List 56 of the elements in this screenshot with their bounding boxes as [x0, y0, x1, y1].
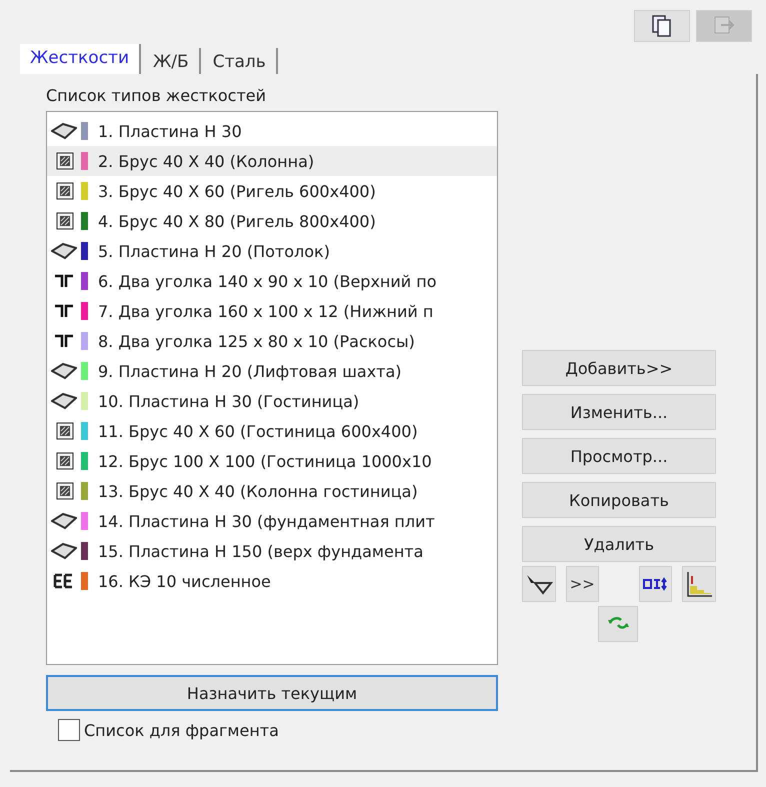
list-item[interactable]: 11. Брус 40 X 60 (Гостиница 600x400) — [47, 416, 497, 446]
list-title: Список типов жесткостей — [46, 86, 268, 105]
list-item[interactable]: 8. Два уголка 125 x 80 x 10 (Раскосы) — [47, 326, 497, 356]
item-label: 15. Пластина H 150 (верх фундамента — [98, 542, 424, 560]
action-button[interactable]: Удалить — [522, 526, 716, 562]
plate-icon — [51, 392, 77, 410]
copy-icon — [651, 14, 673, 38]
action-button[interactable]: Добавить>> — [522, 350, 716, 386]
item-label: 16. КЭ 10 численное — [98, 572, 271, 590]
list-item[interactable]: 3. Брус 40 X 60 (Ригель 600x400) — [47, 176, 497, 206]
plate-icon — [51, 362, 77, 380]
action-button[interactable]: Изменить... — [522, 394, 716, 430]
list-item[interactable]: 10. Пластина H 30 (Гостиница) — [47, 386, 497, 416]
item-label: 2. Брус 40 X 40 (Колонна) — [98, 152, 314, 170]
item-label: 13. Брус 40 X 40 (Колонна гостиница) — [98, 482, 418, 500]
tool-button[interactable] — [522, 566, 556, 602]
tab[interactable]: Жесткости — [20, 44, 141, 74]
item-label: 12. Брус 100 X 100 (Гостиница 1000x10 — [98, 452, 432, 470]
item-label: 1. Пластина H 30 — [98, 122, 242, 140]
list-item[interactable]: 9. Пластина H 20 (Лифтовая шахта) — [47, 356, 497, 386]
action-button[interactable]: Просмотр... — [522, 438, 716, 474]
action-button[interactable]: Копировать — [522, 482, 716, 518]
list-item[interactable]: 2. Брус 40 X 40 (Колонна) — [47, 146, 497, 176]
tool-button[interactable] — [682, 566, 716, 602]
list-item[interactable]: 15. Пластина H 150 (верх фундамента — [47, 536, 497, 566]
item-label: 14. Пластина H 30 (фундаментная плит — [98, 512, 435, 530]
item-label: 6. Два уголка 140 x 90 x 10 (Верхний по — [98, 272, 437, 290]
list-item[interactable]: 6. Два уголка 140 x 90 x 10 (Верхний по — [47, 266, 497, 296]
plate-icon — [51, 242, 77, 260]
list-item[interactable]: 16. КЭ 10 численное — [47, 566, 497, 596]
list-item[interactable]: 7. Два уголка 160 x 100 x 12 (Нижний п — [47, 296, 497, 326]
item-label: 9. Пластина H 20 (Лифтовая шахта) — [98, 362, 402, 380]
cursor-filter-icon — [524, 573, 553, 595]
item-label: 3. Брус 40 X 60 (Ригель 600x400) — [98, 182, 376, 200]
more-button[interactable]: >> — [566, 566, 600, 602]
checkbox[interactable] — [58, 719, 80, 741]
item-label: 8. Два уголка 125 x 80 x 10 (Раскосы) — [98, 332, 415, 350]
copy-button[interactable] — [634, 10, 690, 42]
steps-chart-icon — [685, 570, 714, 598]
tool-button[interactable] — [638, 566, 672, 602]
plate-icon — [51, 512, 77, 530]
plate-icon — [51, 542, 77, 560]
list-item[interactable]: 4. Брус 40 X 80 (Ригель 800x400) — [47, 206, 497, 236]
list-item[interactable]: 12. Брус 100 X 100 (Гостиница 1000x10 — [47, 446, 497, 476]
item-label: 4. Брус 40 X 80 (Ригель 800x400) — [98, 212, 376, 230]
list-item[interactable]: 5. Пластина H 20 (Потолок) — [47, 236, 497, 266]
item-label: 11. Брус 40 X 60 (Гостиница 600x400) — [98, 422, 418, 440]
assign-button[interactable]: Назначить текущим — [46, 675, 498, 711]
checkbox-label: Список для фрагмента — [84, 720, 279, 740]
item-label: 5. Пластина H 20 (Потолок) — [98, 242, 330, 260]
plate-icon — [51, 122, 77, 140]
item-label: 10. Пластина H 30 (Гостиница) — [98, 392, 360, 410]
item-label: 7. Два уголка 160 x 100 x 12 (Нижний п — [98, 302, 434, 320]
list-item[interactable]: 14. Пластина H 30 (фундаментная плит — [47, 506, 497, 536]
list-item[interactable]: 1. Пластина H 30 — [47, 116, 497, 146]
list-item[interactable]: 13. Брус 40 X 40 (Колонна гостиница) — [47, 476, 497, 506]
